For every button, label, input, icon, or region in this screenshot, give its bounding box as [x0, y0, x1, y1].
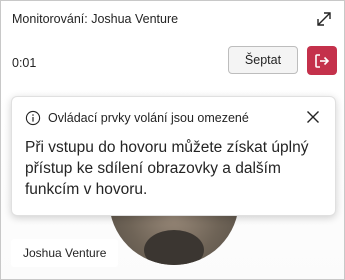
call-toolbar: 0:01 Šeptat — [1, 41, 344, 81]
whisper-button[interactable]: Šeptat — [228, 46, 298, 74]
call-controls-notice: Ovládací prvky volání jsou omezené Při v… — [11, 96, 336, 216]
leave-icon — [315, 53, 330, 68]
notice-close-button[interactable] — [304, 108, 322, 126]
window-title: Monitorování: Joshua Venture — [12, 12, 179, 26]
leave-call-button[interactable] — [307, 46, 337, 75]
title-bar: Monitorování: Joshua Venture — [1, 1, 344, 37]
participant-name-label: Joshua Venture — [11, 239, 119, 267]
info-icon — [25, 110, 41, 126]
notice-header: Ovládací prvky volání jsou omezené — [25, 110, 249, 126]
notice-body: Při vstupu do hovoru můžete získat úplný… — [25, 139, 309, 198]
call-timer: 0:01 — [12, 56, 37, 70]
monitor-window: Monitorování: Joshua Venture 0:01 Šeptat… — [0, 0, 345, 280]
notice-title: Ovládací prvky volání jsou omezené — [48, 111, 249, 125]
close-icon — [307, 111, 319, 123]
expand-icon — [317, 12, 331, 26]
expand-button[interactable] — [313, 8, 335, 30]
